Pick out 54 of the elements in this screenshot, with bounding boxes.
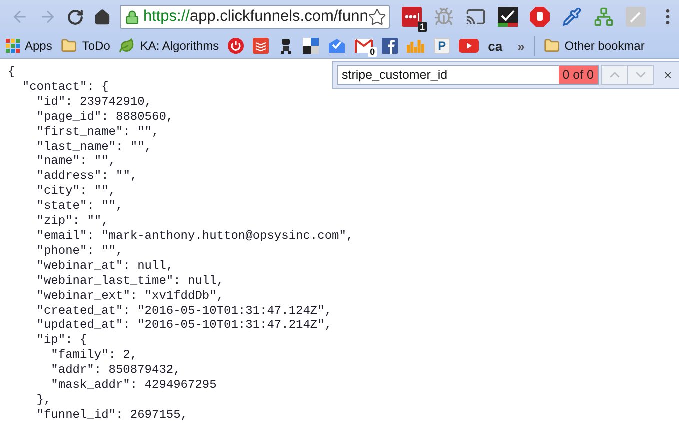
json-line: "webinar_last_time": null, bbox=[36, 274, 224, 289]
json-line: "funnel_id": 2697155, bbox=[36, 408, 188, 423]
folder-icon bbox=[61, 38, 78, 54]
star-icon[interactable] bbox=[368, 8, 388, 26]
json-line: "city": "", bbox=[36, 184, 116, 200]
json-line: "webinar_ext": "xv1fddDb", bbox=[36, 288, 224, 304]
json-line: "contact": { bbox=[22, 80, 109, 95]
json-line: "created_at": "2016-05-10T01:31:47.124Z", bbox=[36, 304, 332, 318]
json-line: "updated_at": "2016-05-10T01:31:47.214Z", bbox=[36, 318, 332, 334]
apps-icon bbox=[6, 39, 20, 53]
json-line: "family": 2, bbox=[51, 348, 138, 364]
bookmark-link[interactable]: Apps bbox=[25, 39, 52, 53]
close-button[interactable]: × bbox=[660, 67, 676, 83]
unread-count: 0 bbox=[368, 47, 378, 57]
json-line: "phone": "", bbox=[36, 244, 124, 259]
json-line: "addr": 850879432, bbox=[51, 363, 181, 378]
json-line: }, bbox=[36, 392, 52, 408]
stacked-lines-icon[interactable] bbox=[253, 38, 270, 54]
home-icon bbox=[94, 8, 112, 26]
match-count: 0 of 0 bbox=[558, 66, 598, 84]
play-icon[interactable] bbox=[459, 39, 480, 53]
json-line: "zip": "", bbox=[36, 214, 109, 229]
power-icon[interactable] bbox=[228, 38, 244, 54]
bookmark-link[interactable]: ToDo bbox=[82, 39, 110, 53]
facebook-icon[interactable] bbox=[382, 38, 398, 54]
json-line: "first_name": "", bbox=[36, 124, 160, 140]
json-line: "state": "", bbox=[36, 199, 124, 214]
json-line: "id": 239742910, bbox=[36, 94, 152, 110]
json-line: "name": "", bbox=[36, 154, 116, 170]
address-bar[interactable]: https://app.clickfunnels.com/funn bbox=[120, 5, 390, 29]
json-line: "address": "", bbox=[36, 169, 138, 184]
cast-icon[interactable] bbox=[466, 7, 486, 27]
eyedropper-icon[interactable] bbox=[562, 7, 582, 27]
json-line: "mask_addr": 4294967295 bbox=[51, 378, 217, 393]
more-bookmarks-button[interactable]: » bbox=[518, 38, 525, 54]
json-line: { bbox=[8, 65, 16, 80]
squares-icon[interactable] bbox=[303, 38, 320, 54]
bookmark-link[interactable]: Other bookmar bbox=[564, 39, 645, 53]
bookmark-logo[interactable]: ca bbox=[488, 38, 503, 54]
checkmark-icon[interactable] bbox=[498, 7, 518, 27]
leaf-icon bbox=[119, 38, 136, 54]
bookmark-logo[interactable]: P bbox=[434, 38, 450, 54]
folder-icon bbox=[544, 38, 560, 54]
bookmark-link[interactable]: KA: Algorithms bbox=[140, 39, 220, 53]
json-line: "last_name": "", bbox=[36, 140, 152, 154]
reload-icon bbox=[66, 8, 84, 26]
json-line: "page_id": 8880560, bbox=[36, 110, 174, 125]
url-text: https://app.clickfunnels.com/funn bbox=[143, 8, 368, 26]
extension-badge: 1 bbox=[418, 22, 428, 32]
json-line: "ip": { bbox=[36, 333, 88, 348]
json-line: "webinar_at": null, bbox=[36, 258, 174, 274]
envelope-check-icon[interactable] bbox=[328, 38, 346, 54]
json-line: "email": "mark-anthony.hutton@opsysinc.com", bbox=[36, 228, 354, 244]
find-field[interactable]: stripe_customer_id 0 of 0 bbox=[337, 65, 599, 85]
